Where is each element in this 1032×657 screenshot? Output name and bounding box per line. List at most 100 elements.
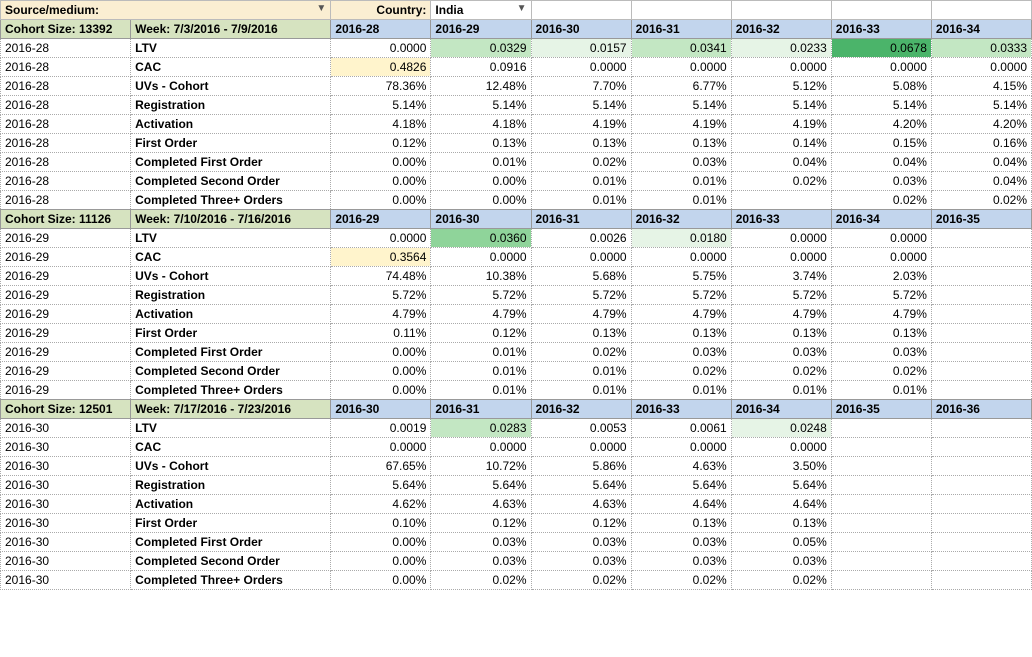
value-cell[interactable]: 0.00% (431, 172, 531, 191)
value-cell[interactable]: 4.19% (631, 115, 731, 134)
value-cell[interactable]: 4.19% (731, 115, 831, 134)
empty-cell[interactable] (831, 1, 931, 20)
value-cell[interactable] (931, 229, 1031, 248)
metric-label-cell[interactable]: UVs - Cohort (131, 77, 331, 96)
value-cell[interactable]: 0.00% (331, 172, 431, 191)
value-cell[interactable]: 0.02% (731, 362, 831, 381)
value-cell[interactable]: 0.12% (431, 324, 531, 343)
empty-cell[interactable] (931, 1, 1031, 20)
value-cell[interactable]: 0.0026 (531, 229, 631, 248)
cohort-key-cell[interactable]: 2016-28 (1, 191, 131, 210)
value-cell[interactable]: 0.01% (431, 362, 531, 381)
week-header-cell[interactable]: 2016-33 (731, 210, 831, 229)
value-cell[interactable] (831, 552, 931, 571)
value-cell[interactable]: 0.0283 (431, 419, 531, 438)
value-cell[interactable]: 0.02% (831, 362, 931, 381)
cohort-key-cell[interactable]: 2016-30 (1, 552, 131, 571)
value-cell[interactable]: 0.04% (931, 172, 1031, 191)
value-cell[interactable]: 5.72% (631, 286, 731, 305)
value-cell[interactable] (831, 571, 931, 590)
value-cell[interactable]: 74.48% (331, 267, 431, 286)
value-cell[interactable] (831, 533, 931, 552)
value-cell[interactable]: 0.00% (331, 362, 431, 381)
value-cell[interactable]: 0.11% (331, 324, 431, 343)
value-cell[interactable]: 5.72% (431, 286, 531, 305)
value-cell[interactable] (931, 514, 1031, 533)
value-cell[interactable] (931, 495, 1031, 514)
metric-label-cell[interactable]: LTV (131, 229, 331, 248)
cohort-size-cell[interactable]: Cohort Size: 11126 (1, 210, 131, 229)
value-cell[interactable]: 67.65% (331, 457, 431, 476)
value-cell[interactable]: 0.01% (631, 172, 731, 191)
value-cell[interactable] (931, 571, 1031, 590)
week-range-cell[interactable]: Week: 7/3/2016 - 7/9/2016 (131, 20, 331, 39)
week-header-cell[interactable]: 2016-31 (531, 210, 631, 229)
value-cell[interactable]: 5.64% (631, 476, 731, 495)
metric-label-cell[interactable]: Completed Second Order (131, 172, 331, 191)
cohort-key-cell[interactable]: 2016-28 (1, 77, 131, 96)
week-header-cell[interactable]: 2016-29 (331, 210, 431, 229)
value-cell[interactable]: 0.04% (931, 153, 1031, 172)
week-header-cell[interactable]: 2016-34 (931, 20, 1031, 39)
value-cell[interactable]: 0.0180 (631, 229, 731, 248)
metric-label-cell[interactable]: Completed Second Order (131, 552, 331, 571)
value-cell[interactable] (831, 476, 931, 495)
cohort-key-cell[interactable]: 2016-30 (1, 514, 131, 533)
week-header-cell[interactable]: 2016-35 (831, 400, 931, 419)
value-cell[interactable]: 4.79% (631, 305, 731, 324)
value-cell[interactable]: 0.00% (431, 191, 531, 210)
value-cell[interactable]: 0.15% (831, 134, 931, 153)
cohort-key-cell[interactable]: 2016-29 (1, 343, 131, 362)
value-cell[interactable]: 5.72% (731, 286, 831, 305)
value-cell[interactable] (731, 191, 831, 210)
value-cell[interactable]: 0.13% (531, 324, 631, 343)
week-header-cell[interactable]: 2016-34 (831, 210, 931, 229)
value-cell[interactable]: 4.79% (531, 305, 631, 324)
empty-cell[interactable] (631, 1, 731, 20)
cohort-key-cell[interactable]: 2016-29 (1, 267, 131, 286)
value-cell[interactable]: 0.0000 (731, 58, 831, 77)
value-cell[interactable]: 0.0019 (331, 419, 431, 438)
value-cell[interactable]: 5.14% (731, 96, 831, 115)
value-cell[interactable]: 0.02% (731, 172, 831, 191)
cohort-key-cell[interactable]: 2016-30 (1, 476, 131, 495)
value-cell[interactable]: 5.72% (831, 286, 931, 305)
value-cell[interactable]: 0.00% (331, 533, 431, 552)
value-cell[interactable] (931, 476, 1031, 495)
value-cell[interactable]: 5.64% (531, 476, 631, 495)
value-cell[interactable]: 0.0233 (731, 39, 831, 58)
value-cell[interactable]: 2.03% (831, 267, 931, 286)
value-cell[interactable]: 5.14% (631, 96, 731, 115)
week-header-cell[interactable]: 2016-30 (431, 210, 531, 229)
value-cell[interactable]: 5.08% (831, 77, 931, 96)
value-cell[interactable]: 0.00% (331, 153, 431, 172)
value-cell[interactable] (931, 419, 1031, 438)
value-cell[interactable]: 0.0000 (831, 229, 931, 248)
value-cell[interactable]: 0.0333 (931, 39, 1031, 58)
week-header-cell[interactable]: 2016-36 (931, 400, 1031, 419)
value-cell[interactable]: 10.38% (431, 267, 531, 286)
value-cell[interactable]: 5.14% (331, 96, 431, 115)
metric-label-cell[interactable]: LTV (131, 39, 331, 58)
cohort-key-cell[interactable]: 2016-29 (1, 305, 131, 324)
value-cell[interactable]: 0.13% (731, 324, 831, 343)
value-cell[interactable]: 0.01% (531, 381, 631, 400)
value-cell[interactable] (831, 438, 931, 457)
value-cell[interactable]: 0.0000 (331, 39, 431, 58)
value-cell[interactable]: 10.72% (431, 457, 531, 476)
value-cell[interactable]: 5.14% (431, 96, 531, 115)
value-cell[interactable]: 0.13% (631, 324, 731, 343)
metric-label-cell[interactable]: Completed Three+ Orders (131, 191, 331, 210)
value-cell[interactable]: 0.12% (431, 514, 531, 533)
value-cell[interactable]: 0.03% (731, 552, 831, 571)
value-cell[interactable]: 5.72% (331, 286, 431, 305)
value-cell[interactable] (831, 495, 931, 514)
value-cell[interactable]: 3.74% (731, 267, 831, 286)
value-cell[interactable]: 4.79% (331, 305, 431, 324)
value-cell[interactable]: 0.0000 (631, 248, 731, 267)
value-cell[interactable]: 0.13% (731, 514, 831, 533)
metric-label-cell[interactable]: Completed Three+ Orders (131, 571, 331, 590)
value-cell[interactable]: 6.77% (631, 77, 731, 96)
week-range-cell[interactable]: Week: 7/10/2016 - 7/16/2016 (131, 210, 331, 229)
value-cell[interactable] (831, 514, 931, 533)
